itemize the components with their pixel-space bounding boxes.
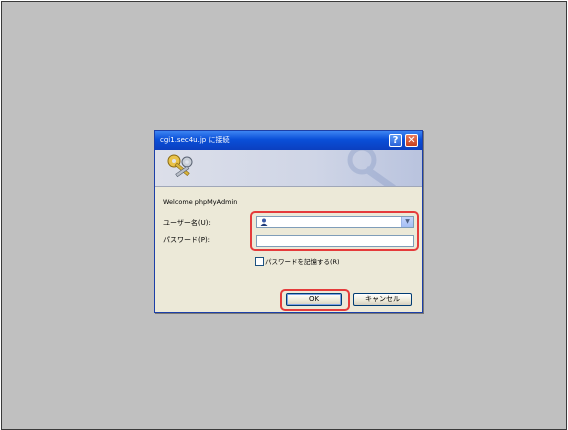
close-button[interactable]: ✕ — [405, 134, 418, 147]
welcome-message: Welcome phpMyAdmin — [163, 198, 238, 206]
chevron-down-icon[interactable]: ▼ — [401, 217, 413, 227]
login-dialog: cgi1.sec4u.jp に接続 ? ✕ Welcome phpMyAdmin… — [154, 130, 423, 313]
banner-keys-watermark — [347, 150, 396, 186]
username-combobox[interactable]: ▼ — [256, 216, 414, 228]
user-icon — [260, 218, 268, 226]
remember-password-label[interactable]: パスワードを記憶する(R) — [265, 256, 340, 266]
password-field[interactable] — [256, 235, 414, 247]
dialog-title: cgi1.sec4u.jp に接続 — [160, 136, 230, 144]
screenshot-frame: cgi1.sec4u.jp に接続 ? ✕ Welcome phpMyAdmin… — [1, 1, 567, 430]
dialog-titlebar[interactable]: cgi1.sec4u.jp に接続 ? ✕ — [155, 131, 422, 150]
help-button[interactable]: ? — [389, 134, 402, 147]
remember-password-checkbox[interactable] — [255, 257, 264, 266]
username-label: ユーザー名(U): — [163, 219, 211, 227]
password-label: パスワード(P): — [163, 236, 211, 244]
keys-icon — [167, 154, 193, 178]
dialog-banner — [155, 150, 422, 187]
cancel-button[interactable]: キャンセル — [353, 293, 412, 306]
ok-button[interactable]: OK — [286, 293, 342, 306]
